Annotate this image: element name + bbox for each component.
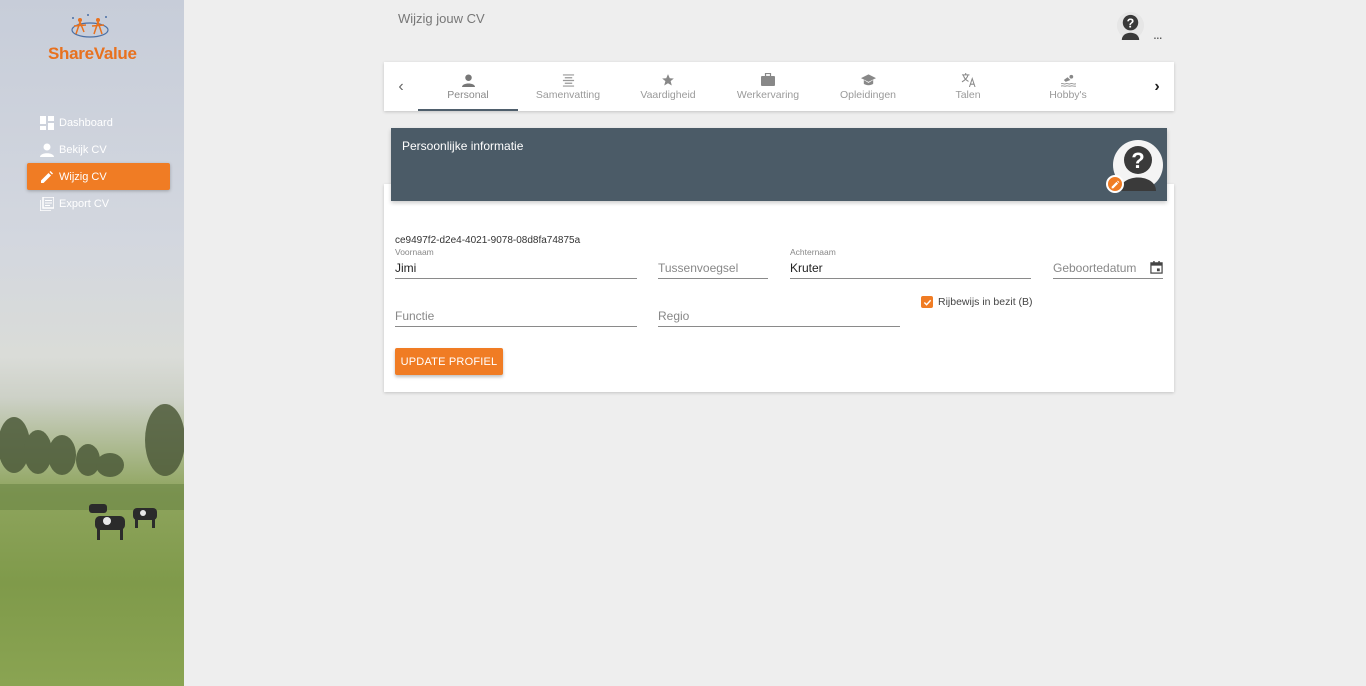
tabs-next-button[interactable]: › [1140,62,1174,111]
svg-text:?: ? [1127,16,1135,30]
achternaam-field[interactable]: Achternaam Kruter [790,247,1031,279]
achternaam-label: Achternaam [790,247,836,257]
rijbewijs-checkbox-row[interactable]: Rijbewijs in bezit (B) [921,296,1033,308]
graduation-cap-icon [860,72,876,88]
tab-opleidingen[interactable]: Opleidingen [818,62,918,111]
sidebar-item-label: Export CV [59,197,110,210]
functie-field[interactable]: Functie [395,306,637,327]
tab-label: Vaardigheid [640,89,696,101]
tab-vaardigheid[interactable]: Vaardigheid [618,62,718,111]
cv-section-tabs: ‹ Personal Samenvatting Vaardigheid Werk… [384,62,1174,111]
pencil-icon [1111,180,1119,188]
profile-id: ce9497f2-d2e4-4021-9078-08d8fa74875a [395,235,581,246]
sidebar: ShareValue Dashboard Bekijk CV Wijzig CV… [0,0,184,686]
pencil-icon [39,169,54,184]
card-title: Persoonlijke informatie [402,139,524,153]
tab-werkervaring[interactable]: Werkervaring [718,62,818,111]
regio-field[interactable]: Regio [658,306,900,327]
landscape-trees-image [0,404,184,510]
swimming-icon [1060,72,1076,88]
brand-name-part1: Share [48,44,94,63]
translate-icon [960,72,976,88]
tab-label: Hobby's [1049,89,1087,101]
brand-name-part2: Value [93,44,137,63]
svg-text:?: ? [1131,148,1144,173]
tabs-scroll-area: Personal Samenvatting Vaardigheid Werker… [418,62,1140,111]
sidebar-nav: Dashboard Bekijk CV Wijzig CV Export CV [27,109,170,217]
align-center-icon [560,72,576,88]
tab-label: Talen [955,89,981,101]
geboortedatum-placeholder: Geboortedatum [1053,261,1137,275]
rijbewijs-label: Rijbewijs in bezit (B) [938,296,1033,308]
sidebar-item-bekijk-cv[interactable]: Bekijk CV [27,136,170,163]
update-profile-button[interactable]: UPDATE PROFIEL [395,348,503,375]
tab-hobbys[interactable]: Hobby's [1018,62,1118,111]
sidebar-item-dashboard[interactable]: Dashboard [27,109,170,136]
achternaam-value: Kruter [790,261,823,275]
tussenvoegsel-placeholder: Tussenvoegsel [658,261,739,275]
rijbewijs-checkbox[interactable] [921,296,933,308]
star-icon [660,72,676,88]
tab-talen[interactable]: Talen [918,62,1018,111]
sidebar-item-label: Bekijk CV [59,143,107,156]
tab-label: Personal [447,89,489,101]
tab-label: Opleidingen [839,89,897,101]
sidebar-item-label: Wijzig CV [59,170,107,183]
cows-image [89,504,157,540]
voornaam-value: Jimi [395,261,417,275]
functie-placeholder: Functie [395,309,435,323]
geboortedatum-field[interactable]: Geboortedatum [1053,258,1163,279]
person-icon [460,72,476,88]
page-title: Wijzig jouw CV [398,11,485,26]
more-menu-button[interactable]: ... [1153,26,1163,42]
tussenvoegsel-field[interactable]: Tussenvoegsel [658,258,768,279]
voornaam-label: Voornaam [395,247,434,257]
briefcase-icon [760,72,776,88]
card-header: Persoonlijke informatie ? [391,128,1167,201]
sidebar-item-wijzig-cv[interactable]: Wijzig CV [27,163,170,190]
user-avatar[interactable]: ? [1116,11,1145,40]
sidebar-item-label: Dashboard [59,116,113,129]
checkmark-icon [923,299,931,306]
tab-personal[interactable]: Personal [418,62,518,111]
voornaam-field[interactable]: Voornaam Jimi [395,247,637,279]
person-icon [39,142,54,157]
dashboard-icon [39,115,54,130]
tabs-prev-button[interactable]: ‹ [384,62,418,111]
export-icon [39,196,54,211]
calendar-icon[interactable] [1150,261,1163,274]
edit-avatar-button[interactable] [1106,175,1124,193]
tab-label: Werkervaring [736,89,800,101]
tab-label: Samenvatting [535,89,601,101]
regio-placeholder: Regio [658,309,690,323]
sidebar-item-export-cv[interactable]: Export CV [27,190,170,217]
tab-samenvatting[interactable]: Samenvatting [518,62,618,111]
brand-name: ShareValue [48,44,137,64]
tab-next-partial[interactable]: N [1118,62,1140,111]
